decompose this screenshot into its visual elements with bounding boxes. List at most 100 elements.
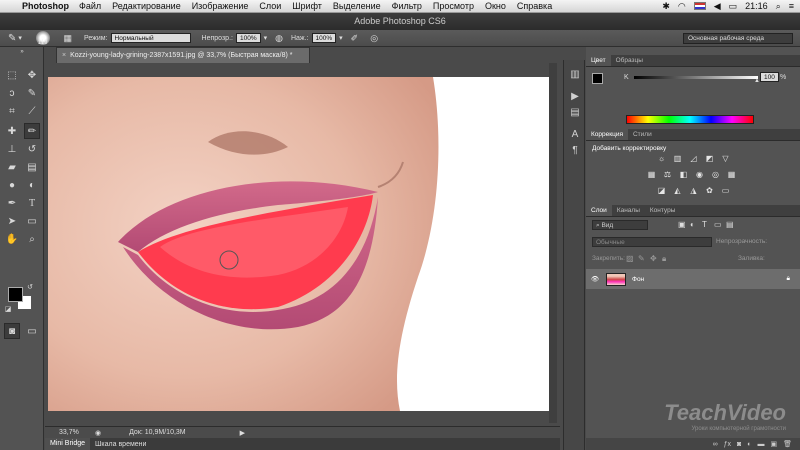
spotlight-icon[interactable]: ⌕ <box>776 1 781 12</box>
pen-tool-icon[interactable]: ✒ <box>4 195 20 211</box>
document-canvas[interactable] <box>48 77 550 411</box>
type-tool-icon[interactable]: T <box>24 195 40 211</box>
layer-name[interactable]: Фон <box>632 276 644 283</box>
add-mask-icon[interactable]: ◙ <box>737 441 741 448</box>
link-layers-icon[interactable]: ∞ <box>713 441 718 448</box>
tool-preset-chevron-icon[interactable]: ▾ <box>18 34 22 42</box>
layer-style-icon[interactable]: ƒx <box>724 441 731 448</box>
color-spectrum[interactable] <box>626 115 754 124</box>
swap-colors-icon[interactable]: ↺ <box>26 283 34 291</box>
menu-filter[interactable]: Фильтр <box>392 1 422 11</box>
canvas-scrollbar[interactable] <box>549 63 557 423</box>
filter-pixel-icon[interactable]: ▣ <box>678 220 686 229</box>
properties-panel-icon[interactable]: ▤ <box>568 106 582 120</box>
lasso-tool-icon[interactable]: ↄ <box>4 85 20 101</box>
menu-edit[interactable]: Редактирование <box>112 1 181 11</box>
app-menu[interactable]: Photoshop <box>22 1 69 11</box>
gradient-map-icon[interactable]: ▭ <box>720 186 731 196</box>
move-tool-icon[interactable]: ✥ <box>24 67 40 83</box>
opacity-chevron-icon[interactable]: ▾ <box>264 34 268 42</box>
bluetooth-icon[interactable]: ✱ <box>662 1 670 12</box>
selective-color-icon[interactable]: ✿ <box>704 186 715 196</box>
shape-tool-icon[interactable]: ▭ <box>24 213 40 229</box>
new-group-icon[interactable]: ▬ <box>757 441 764 448</box>
history-brush-tool-icon[interactable]: ↺ <box>24 141 40 157</box>
actions-panel-icon[interactable]: ▶ <box>568 90 582 104</box>
tablet-size-icon[interactable]: ◎ <box>370 33 378 44</box>
tab-channels[interactable]: Каналы <box>612 205 645 216</box>
channel-mixer-icon[interactable]: ◎ <box>710 170 721 180</box>
menu-window[interactable]: Окно <box>485 1 506 11</box>
gradient-tool-icon[interactable]: ▤ <box>24 159 40 175</box>
path-select-tool-icon[interactable]: ➤ <box>4 213 20 229</box>
filter-adjust-icon[interactable]: ◐ <box>690 220 695 229</box>
k-value-field[interactable]: 100 <box>760 72 779 82</box>
marquee-tool-icon[interactable]: ⬚ <box>4 67 20 83</box>
zoom-tool-icon[interactable]: ⌕ <box>24 231 40 247</box>
tablet-opacity-icon[interactable]: ◍ <box>275 33 283 44</box>
tab-adjustments[interactable]: Коррекция <box>586 129 628 140</box>
volume-icon[interactable]: ◀ <box>714 1 721 12</box>
menu-file[interactable]: Файл <box>79 1 101 11</box>
lock-position-icon[interactable]: ✥ <box>650 254 657 263</box>
lock-image-icon[interactable]: ✎ <box>638 254 645 263</box>
layer-row-background[interactable]: 👁︎ Фон 🔒︎ <box>586 269 800 289</box>
brush-panel-icon[interactable]: ▦ <box>63 33 72 44</box>
tab-timeline[interactable]: Шкала времени <box>90 441 151 448</box>
tab-layers[interactable]: Слои <box>586 205 612 216</box>
airbrush-icon[interactable]: ✐ <box>351 33 359 44</box>
input-flag-icon[interactable] <box>693 2 706 10</box>
tab-paths[interactable]: Контуры <box>645 205 681 216</box>
quick-mask-icon[interactable]: ◙ <box>4 323 20 339</box>
blend-mode-select[interactable]: Обычные <box>592 237 712 247</box>
menu-type[interactable]: Шрифт <box>292 1 322 11</box>
workspace-select[interactable]: Основная рабочая среда <box>683 33 793 44</box>
menu-layers[interactable]: Слои <box>259 1 281 11</box>
collapse-arrows-icon[interactable]: » <box>14 48 30 56</box>
close-icon[interactable]: × <box>62 48 66 64</box>
hue-sat-icon[interactable]: ▦ <box>646 170 657 180</box>
threshold-icon[interactable]: ◮ <box>688 186 699 196</box>
history-panel-icon[interactable]: ▥ <box>568 68 582 82</box>
exposure-icon[interactable]: ◩ <box>704 154 715 164</box>
document-tab[interactable]: × Kozzi-young-lady-grining-2387x1591.jpg … <box>56 47 310 63</box>
photo-filter-icon[interactable]: ◉ <box>694 170 705 180</box>
menu-select[interactable]: Выделение <box>333 1 381 11</box>
dodge-tool-icon[interactable]: ◐ <box>24 177 40 193</box>
posterize-icon[interactable]: ◭ <box>672 186 683 196</box>
brush-tool-icon[interactable]: ✏ <box>24 123 40 139</box>
clock[interactable]: 21:16 <box>745 1 768 11</box>
eye-icon[interactable]: 👁︎ <box>590 275 600 283</box>
lock-pixels-icon[interactable]: ▨ <box>626 254 634 263</box>
paragraph-panel-icon[interactable]: ¶ <box>568 144 582 158</box>
filter-smart-icon[interactable]: ▤ <box>726 220 734 229</box>
tab-swatches[interactable]: Образцы <box>611 55 648 66</box>
brightness-icon[interactable]: ☼ <box>656 154 667 164</box>
default-colors-icon[interactable]: ◪ <box>4 305 12 313</box>
layer-kind-filter[interactable]: ⌕ Вид <box>592 220 648 230</box>
filter-shape-icon[interactable]: ▭ <box>714 220 722 229</box>
tab-color[interactable]: Цвет <box>586 55 611 66</box>
notification-icon[interactable]: ≡ <box>789 1 794 11</box>
filter-type-icon[interactable]: T <box>702 220 707 229</box>
zoom-field[interactable]: 33,7% <box>59 429 89 436</box>
screen-mode-icon[interactable]: ▭ <box>24 323 40 339</box>
tab-mini-bridge[interactable]: Mini Bridge <box>45 438 91 450</box>
delete-layer-icon[interactable]: 🗑︎ <box>783 440 792 448</box>
mode-select[interactable]: Нормальный <box>110 33 191 43</box>
eyedropper-tool-icon[interactable]: ⟋ <box>24 103 40 119</box>
pressure-chevron-icon[interactable]: ▾ <box>339 34 343 42</box>
healing-tool-icon[interactable]: ✚ <box>4 123 20 139</box>
opacity-field[interactable]: 100% <box>235 33 261 43</box>
wifi-icon[interactable]: ◠ <box>678 1 686 12</box>
stamp-tool-icon[interactable]: ⊥ <box>4 141 20 157</box>
blur-tool-icon[interactable]: ● <box>4 177 20 193</box>
curves-icon[interactable]: ◿ <box>688 154 699 164</box>
menu-help[interactable]: Справка <box>517 1 552 11</box>
eraser-tool-icon[interactable]: ▰ <box>4 159 20 175</box>
black-white-icon[interactable]: ◧ <box>678 170 689 180</box>
hand-tool-icon[interactable]: ✋ <box>4 231 20 247</box>
new-layer-icon[interactable]: ▣ <box>770 440 777 448</box>
battery-icon[interactable]: ▭ <box>729 1 738 12</box>
new-adjustment-icon[interactable]: ◐ <box>747 441 751 448</box>
